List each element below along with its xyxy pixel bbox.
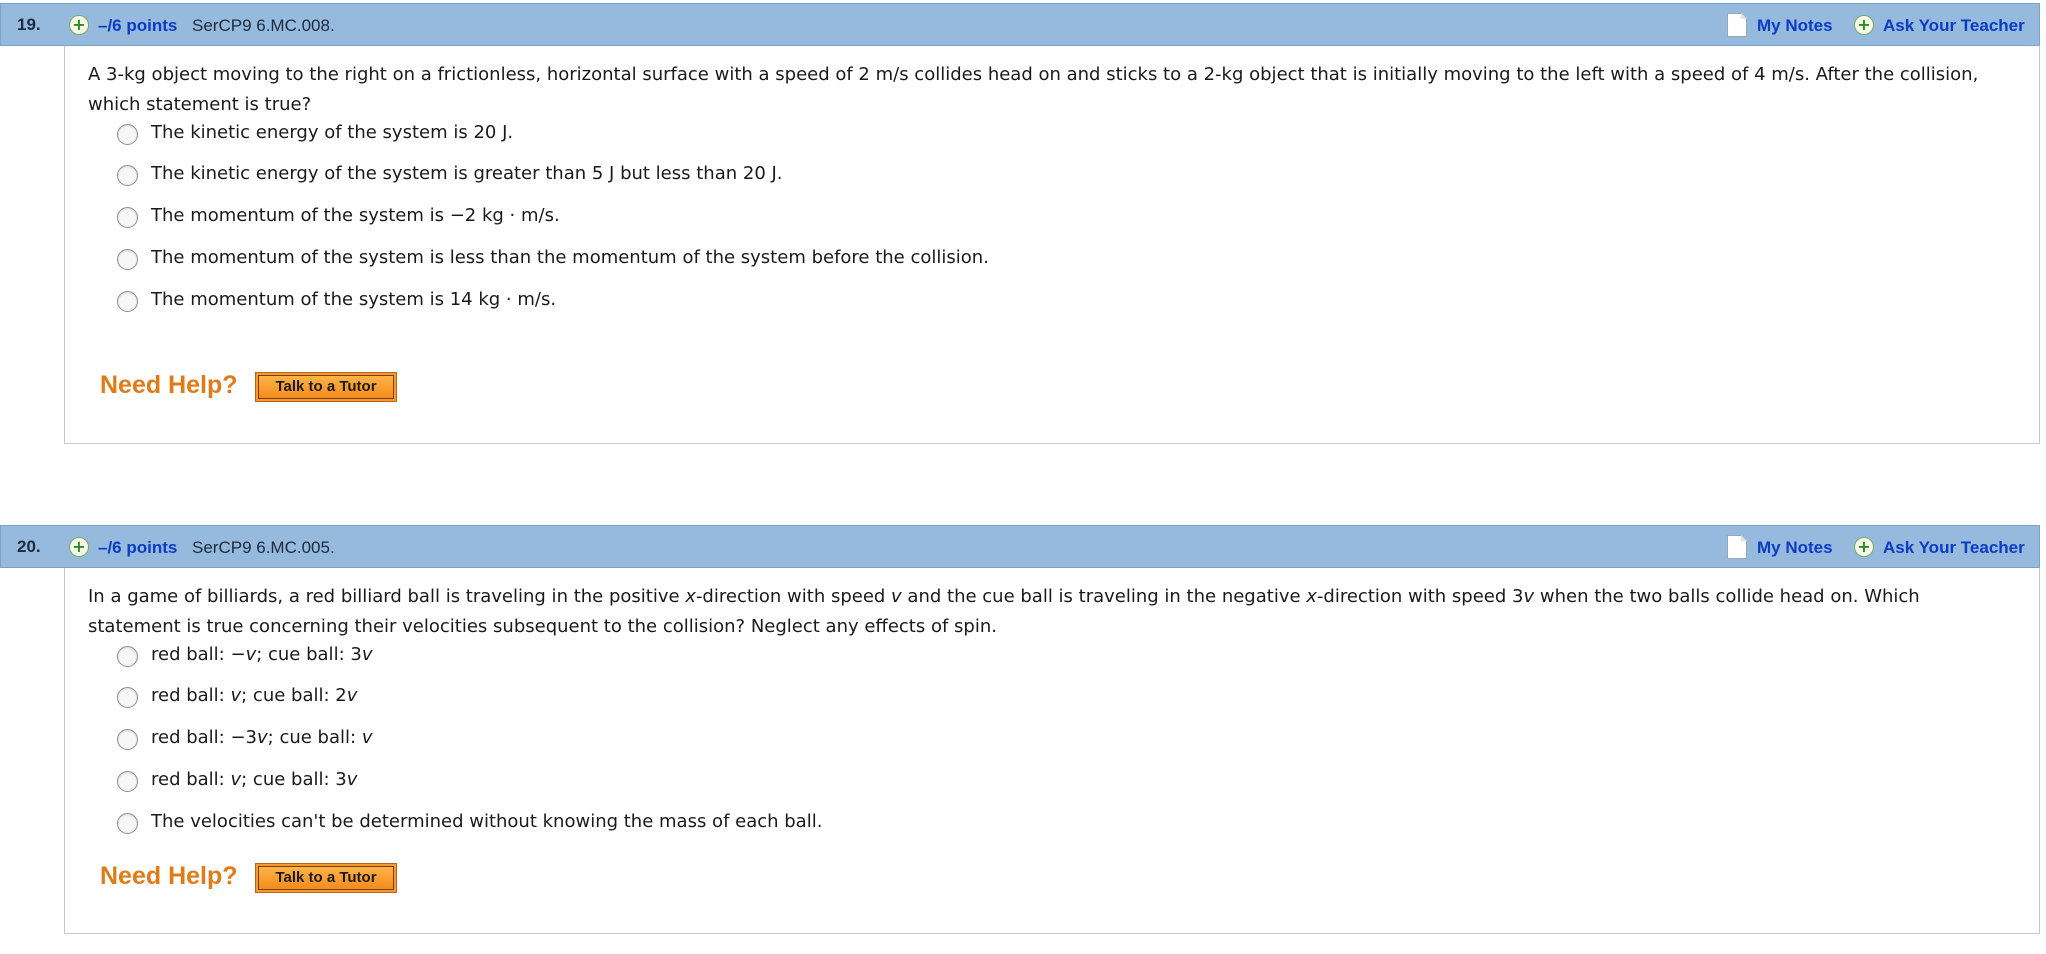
question-19: 19. + –/6 points SerCP9 6.MC.008. My Not… [0, 3, 2040, 444]
ask-teacher-plus-icon[interactable]: + [1854, 537, 1874, 557]
question-text: A 3-kg object moving to the right on a f… [88, 64, 1979, 115]
choice-label: The momentum of the system is less than … [151, 247, 989, 268]
choice-label: The momentum of the system is −2 kg · m/… [151, 205, 560, 226]
note-page-icon[interactable] [1727, 535, 1747, 559]
need-help-label: Need Help? [100, 862, 238, 890]
radio-button[interactable] [117, 729, 138, 750]
question-code: SerCP9 6.MC.008. [192, 16, 335, 35]
choice-label: The kinetic energy of the system is 20 J… [151, 122, 514, 143]
radio-button[interactable] [117, 207, 138, 228]
talk-to-tutor-label: Talk to a Tutor [258, 866, 394, 890]
question-20: 20. + –/6 points SerCP9 6.MC.005. My Not… [0, 525, 2040, 935]
question-code: SerCP9 6.MC.005. [192, 538, 335, 557]
radio-button[interactable] [117, 165, 138, 186]
expand-plus-icon[interactable]: + [69, 15, 89, 35]
my-notes-link[interactable]: My Notes [1757, 538, 1833, 558]
radio-button[interactable] [117, 687, 138, 708]
my-notes-link[interactable]: My Notes [1757, 16, 1833, 36]
points-link[interactable]: –/6 points [98, 16, 177, 36]
talk-to-tutor-button[interactable]: Talk to a Tutor [255, 863, 397, 893]
radio-button[interactable] [117, 291, 138, 312]
radio-button[interactable] [117, 124, 138, 145]
choice-label: red ball: v; cue ball: 2v [151, 685, 358, 706]
talk-to-tutor-button[interactable]: Talk to a Tutor [255, 372, 397, 402]
question-body: In a game of billiards, a red billiard b… [64, 568, 2040, 934]
question-header: 20. + –/6 points SerCP9 6.MC.005. My Not… [0, 525, 2040, 568]
question-number: 20. [17, 537, 41, 556]
ask-your-teacher-link[interactable]: Ask Your Teacher [1883, 538, 2025, 558]
expand-plus-icon[interactable]: + [69, 537, 89, 557]
question-header: 19. + –/6 points SerCP9 6.MC.008. My Not… [0, 3, 2040, 46]
question-text: In a game of billiards, a red billiard b… [88, 586, 1920, 637]
talk-to-tutor-label: Talk to a Tutor [258, 375, 394, 399]
choice-label: The kinetic energy of the system is grea… [151, 163, 783, 184]
question-body: A 3-kg object moving to the right on a f… [64, 46, 2040, 444]
points-link[interactable]: –/6 points [98, 538, 177, 558]
radio-button[interactable] [117, 646, 138, 667]
choice-label: red ball: v; cue ball: 3v [151, 769, 358, 790]
ask-your-teacher-link[interactable]: Ask Your Teacher [1883, 16, 2025, 36]
choice-label: red ball: −v; cue ball: 3v [151, 644, 373, 665]
need-help-label: Need Help? [100, 371, 238, 399]
choice-label: The momentum of the system is 14 kg · m/… [151, 289, 557, 310]
radio-button[interactable] [117, 249, 138, 270]
choice-label: The velocities can't be determined witho… [151, 811, 823, 832]
choice-label: red ball: −3v; cue ball: v [151, 727, 373, 748]
radio-button[interactable] [117, 771, 138, 792]
ask-teacher-plus-icon[interactable]: + [1854, 15, 1874, 35]
note-page-icon[interactable] [1727, 13, 1747, 37]
question-number: 19. [17, 15, 41, 34]
radio-button[interactable] [117, 813, 138, 834]
